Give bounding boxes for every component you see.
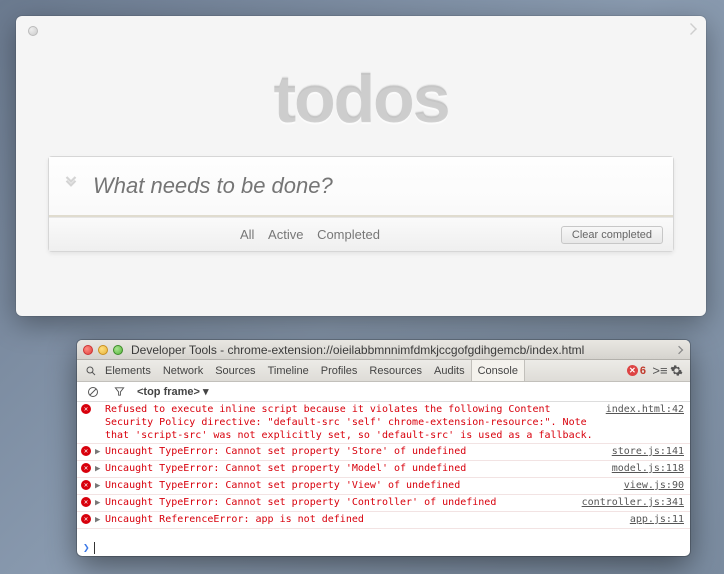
disclosure-triangle-icon [95,403,105,442]
tab-audits[interactable]: Audits [428,360,471,381]
error-message: Uncaught TypeError: Cannot set property … [105,479,624,493]
error-icon: ✕ [81,513,95,527]
close-icon[interactable] [83,345,93,355]
filter-all[interactable]: All [240,227,254,242]
app-body: todos All Active Completed Clear complet… [16,16,706,316]
todo-panel: All Active Completed Clear completed [48,156,674,252]
traffic-lights [83,345,123,355]
console-output: ✕ Refused to execute inline script becaus… [77,402,690,539]
error-source-link[interactable]: app.js:11 [630,513,684,527]
chevron-down-icon[interactable] [49,174,93,198]
tab-sources[interactable]: Sources [209,360,261,381]
error-source-link[interactable]: view.js:90 [624,479,684,493]
minimize-icon[interactable] [98,345,108,355]
error-source-link[interactable]: store.js:141 [612,445,684,459]
app-title: todos [48,60,674,138]
error-source-link[interactable]: index.html:42 [606,403,684,442]
disclosure-triangle-icon[interactable]: ▶ [95,479,105,493]
window-control-dot[interactable] [28,26,38,36]
devtools-title: Developer Tools - chrome-extension://oie… [131,343,670,357]
tab-resources[interactable]: Resources [363,360,428,381]
drawer-toggle-icon[interactable]: >≡ [652,363,668,379]
error-source-link[interactable]: controller.js:341 [582,496,684,510]
disclosure-triangle-icon[interactable]: ▶ [95,496,105,510]
devtools-window: Developer Tools - chrome-extension://oie… [77,340,690,556]
tab-network[interactable]: Network [157,360,209,381]
error-icon: ✕ [81,496,95,510]
console-toolbar: <top frame> ▾ [77,382,690,402]
error-count: 6 [640,365,646,377]
disclosure-triangle-icon[interactable]: ▶ [95,445,105,459]
error-icon: ✕ [81,479,95,493]
console-error-row: ✕▶Uncaught ReferenceError: app is not de… [77,512,690,529]
console-prompt[interactable]: ❯ [77,539,690,556]
search-icon[interactable] [83,363,99,379]
error-message: Refused to execute inline script because… [105,403,606,442]
error-message: Uncaught TypeError: Cannot set property … [105,445,612,459]
error-icon: ✕ [81,445,95,459]
console-error-row: ✕▶Uncaught TypeError: Cannot set propert… [77,495,690,512]
frame-selector[interactable]: <top frame> ▾ [137,385,209,398]
error-message: Uncaught ReferenceError: app is not defi… [105,513,630,527]
disclosure-triangle-icon[interactable]: ▶ [95,462,105,476]
filter-completed[interactable]: Completed [317,227,380,242]
todo-footer: All Active Completed Clear completed [49,217,673,251]
todo-input-row [49,157,673,217]
filter-group: All Active Completed [59,227,561,242]
tab-profiles[interactable]: Profiles [315,360,364,381]
error-icon: ✕ [81,403,95,442]
clear-completed-button[interactable]: Clear completed [561,226,663,244]
console-error-row: ✕▶Uncaught TypeError: Cannot set propert… [77,461,690,478]
tab-elements[interactable]: Elements [99,360,157,381]
error-message: Uncaught TypeError: Cannot set property … [105,462,612,476]
app-window: todos All Active Completed Clear complet… [16,16,706,316]
gear-icon[interactable] [668,363,684,379]
zoom-icon[interactable] [113,345,123,355]
error-source-link[interactable]: model.js:118 [612,462,684,476]
expand-icon[interactable] [674,345,684,355]
error-count-badge[interactable]: ✕ 6 [627,365,646,377]
error-dot-icon: ✕ [627,365,638,376]
clear-console-icon[interactable] [85,384,101,400]
new-todo-input[interactable] [93,173,673,199]
error-icon: ✕ [81,462,95,476]
disclosure-triangle-icon[interactable]: ▶ [95,513,105,527]
error-message: Uncaught TypeError: Cannot set property … [105,496,582,510]
console-error-row: ✕▶Uncaught TypeError: Cannot set propert… [77,444,690,461]
tab-console[interactable]: Console [471,360,525,381]
tab-timeline[interactable]: Timeline [262,360,315,381]
devtools-tabbar: Elements Network Sources Timeline Profil… [77,360,690,382]
console-error-row: ✕ Refused to execute inline script becaus… [77,402,690,444]
devtools-titlebar[interactable]: Developer Tools - chrome-extension://oie… [77,340,690,360]
filter-active[interactable]: Active [268,227,303,242]
cursor-icon [94,542,95,554]
filter-icon[interactable] [111,384,127,400]
prompt-icon: ❯ [83,541,90,554]
console-error-row: ✕▶Uncaught TypeError: Cannot set propert… [77,478,690,495]
